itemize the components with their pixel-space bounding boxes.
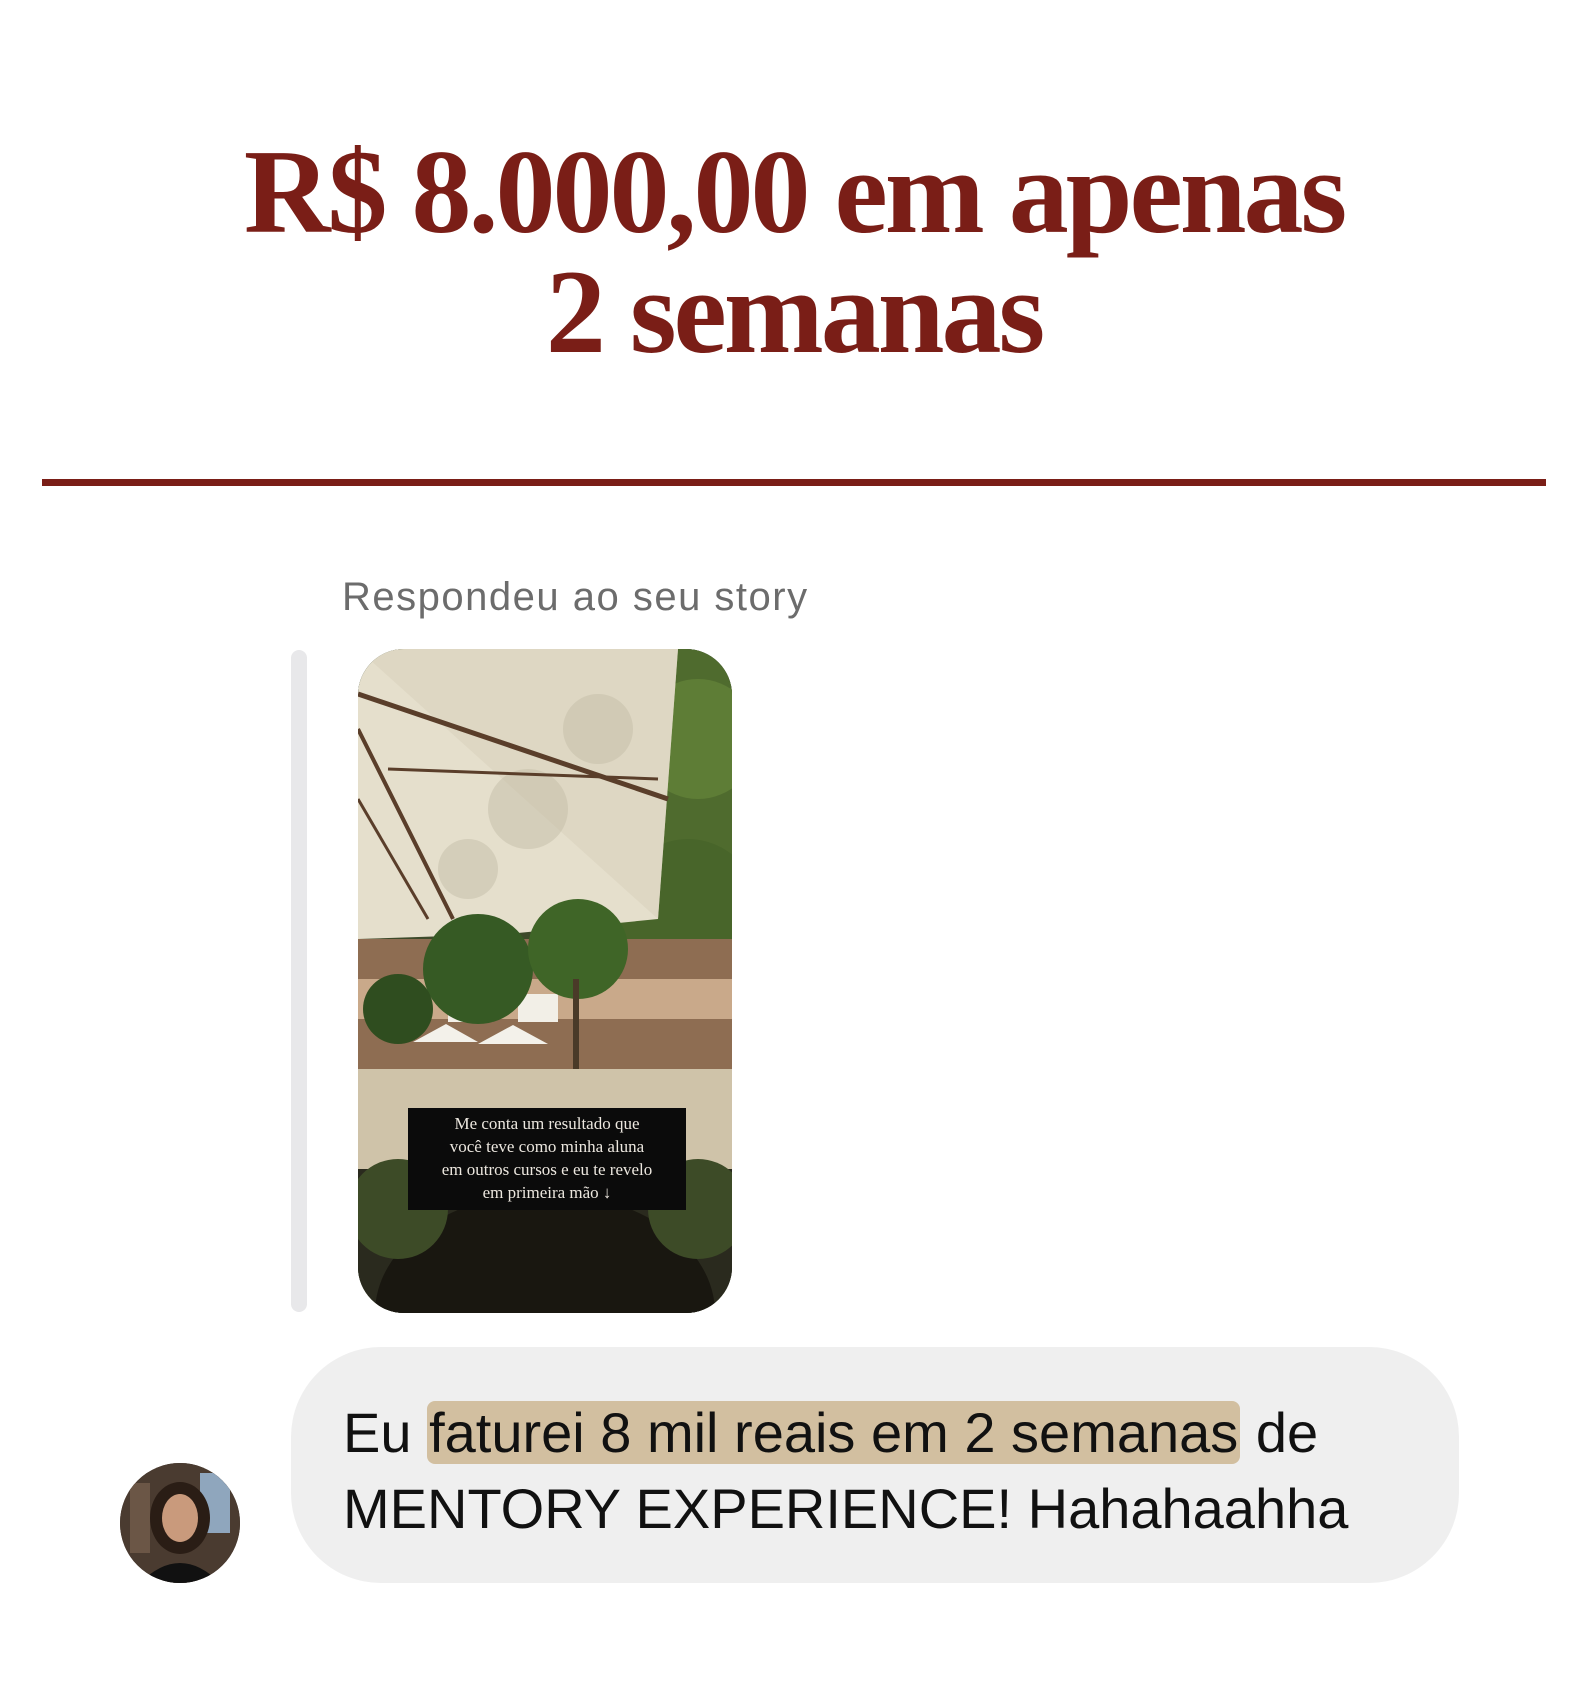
- message-text: Eu faturei 8 mil reais em 2 semanas de M…: [343, 1395, 1423, 1547]
- story-caption: Me conta um resultado que você teve como…: [408, 1108, 686, 1210]
- story-caption-line: Me conta um resultado que: [454, 1114, 640, 1133]
- divider: [42, 479, 1546, 486]
- reply-quote-bar: [291, 650, 307, 1312]
- message-text-start: Eu: [343, 1401, 428, 1464]
- message-highlight: faturei 8 mil reais em 2 semanas: [427, 1401, 1241, 1464]
- headline-line-2: 2 semanas: [545, 245, 1045, 378]
- story-caption-line: você teve como minha aluna: [449, 1137, 645, 1156]
- headline: R$ 8.000,00 em apenas 2 semanas: [0, 132, 1588, 372]
- story-caption-line: em primeira mão ↓: [482, 1183, 612, 1202]
- user-avatar-icon[interactable]: [120, 1463, 240, 1583]
- story-reply-label: Respondeu ao seu story: [342, 575, 809, 619]
- avatar-photo: [120, 1463, 240, 1583]
- story-image: [358, 649, 732, 1313]
- headline-line-1: R$ 8.000,00 em apenas: [243, 125, 1347, 258]
- story-caption-line: em outros cursos e eu te revelo: [441, 1160, 653, 1179]
- story-thumbnail[interactable]: Me conta um resultado que você teve como…: [358, 649, 732, 1313]
